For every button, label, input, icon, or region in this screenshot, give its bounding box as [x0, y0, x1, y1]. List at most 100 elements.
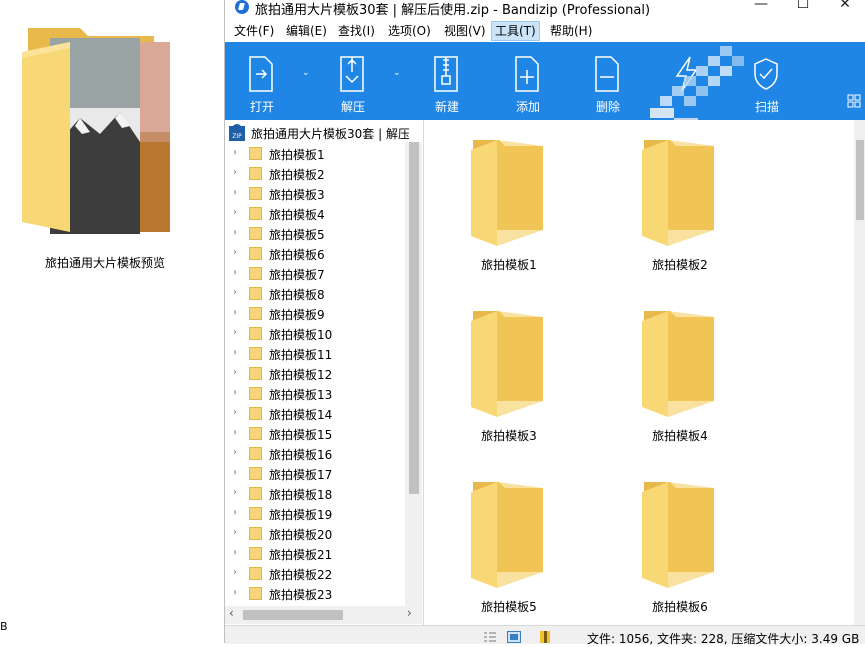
chevron-right-icon[interactable]: › [233, 547, 237, 558]
chevron-right-icon[interactable]: › [233, 327, 237, 338]
chevron-right-icon[interactable]: › [233, 367, 237, 378]
chevron-right-icon[interactable]: › [233, 447, 237, 458]
close-button[interactable]: ✕ [825, 0, 865, 16]
open-button[interactable]: 打开 [232, 42, 292, 120]
thumbnail-view-icon[interactable] [507, 631, 521, 643]
folder-icon [249, 247, 262, 260]
tree-item[interactable]: › 旅拍模板14 [225, 404, 405, 424]
extract-button[interactable]: 解压 [323, 42, 383, 120]
tree-item[interactable]: › 旅拍模板13 [225, 384, 405, 404]
folder-icon [249, 487, 262, 500]
menu-view[interactable]: 视图(V) [441, 22, 489, 40]
tree-item[interactable]: › 旅拍模板16 [225, 444, 405, 464]
layout-grid-icon[interactable] [847, 94, 861, 108]
folder-icon [249, 327, 262, 340]
tree-item-label: 旅拍模板1 [269, 148, 325, 162]
chevron-right-icon[interactable]: › [233, 147, 237, 158]
chevron-right-icon[interactable]: › [233, 207, 237, 218]
chevron-right-icon[interactable]: › [233, 407, 237, 418]
large-folder-icon [642, 482, 714, 588]
extract-dropdown-icon[interactable]: ⌄ [393, 68, 403, 78]
folder-icon [249, 307, 262, 320]
tree-item[interactable]: › 旅拍模板22 [225, 564, 405, 584]
folder-icon [249, 187, 262, 200]
chevron-right-icon[interactable]: › [233, 567, 237, 578]
chevron-right-icon[interactable]: › [233, 387, 237, 398]
chevron-right-icon[interactable]: › [233, 267, 237, 278]
add-button[interactable]: 添加 [498, 42, 558, 120]
chevron-right-icon[interactable]: › [233, 427, 237, 438]
tree-vertical-scrollbar[interactable] [405, 142, 422, 606]
tree-item-label: 旅拍模板6 [269, 248, 325, 262]
large-folder-icon [471, 140, 543, 246]
title-bar[interactable]: 旅拍通用大片模板30套 | 解压后使用.zip - Bandizip (Prof… [225, 0, 865, 20]
tree-item-label: 旅拍模板16 [269, 448, 333, 462]
content-vertical-scrollbar[interactable] [854, 120, 865, 625]
scroll-left-icon[interactable]: ‹ [229, 606, 234, 620]
desktop-folder-label[interactable]: 旅拍通用大片模板预览 [30, 254, 180, 271]
menu-bar: 文件(F) 编辑(E) 查找(I) 选项(O) 视图(V) 工具(T) 帮助(H… [225, 20, 865, 42]
tree-item[interactable]: › 旅拍模板11 [225, 344, 405, 364]
maximize-button[interactable]: ☐ [783, 0, 823, 16]
tree-item[interactable]: › 旅拍模板5 [225, 224, 405, 244]
tree-item[interactable]: › 旅拍模板15 [225, 424, 405, 444]
large-folder-icon [642, 311, 714, 417]
new-label: 新建 [434, 100, 459, 114]
chevron-right-icon[interactable]: › [233, 467, 237, 478]
tree-item[interactable]: › 旅拍模板7 [225, 264, 405, 284]
tree-item[interactable]: › 旅拍模板20 [225, 524, 405, 544]
chevron-right-icon[interactable]: › [233, 507, 237, 518]
delete-button[interactable]: 删除 [578, 42, 638, 120]
tree-item[interactable]: › 旅拍模板1 [225, 144, 405, 164]
tree-item-label: 旅拍模板11 [269, 348, 333, 362]
tree-item[interactable]: › 旅拍模板12 [225, 364, 405, 384]
extract-icon [340, 56, 364, 92]
desktop-folder-icon[interactable] [20, 22, 190, 242]
chevron-right-icon[interactable]: › [233, 587, 237, 598]
content-scroll-thumb[interactable] [856, 140, 864, 220]
folder-icon [249, 287, 262, 300]
tree-item[interactable]: › 旅拍模板8 [225, 284, 405, 304]
folder-item-label: 旅拍模板4 [652, 429, 708, 443]
scroll-right-icon[interactable]: › [407, 606, 412, 620]
bandizip-app-icon [235, 0, 249, 14]
chevron-right-icon[interactable]: › [233, 187, 237, 198]
chevron-right-icon[interactable]: › [233, 287, 237, 298]
tree-horizontal-scrollbar[interactable]: ‹ › [225, 606, 422, 624]
menu-file[interactable]: 文件(F) [231, 22, 277, 40]
tree-item[interactable]: › 旅拍模板21 [225, 544, 405, 564]
tree-item[interactable]: › 旅拍模板3 [225, 184, 405, 204]
menu-tools[interactable]: 工具(T) [491, 21, 540, 41]
folder-icon [249, 447, 262, 460]
tree-item[interactable]: › 旅拍模板10 [225, 324, 405, 344]
menu-help[interactable]: 帮助(H) [547, 22, 595, 40]
minimize-button[interactable]: — [741, 0, 781, 16]
chevron-right-icon[interactable]: › [233, 347, 237, 358]
tree-item[interactable]: › 旅拍模板17 [225, 464, 405, 484]
tree-item-label: 旅拍模板22 [269, 568, 333, 582]
new-button[interactable]: 新建 [417, 42, 477, 120]
tree-item[interactable]: › 旅拍模板9 [225, 304, 405, 324]
chevron-right-icon[interactable]: › [233, 227, 237, 238]
chevron-right-icon[interactable]: › [233, 167, 237, 178]
chevron-right-icon[interactable]: › [233, 247, 237, 258]
tree-item[interactable]: › 旅拍模板18 [225, 484, 405, 504]
chevron-right-icon[interactable]: › [233, 487, 237, 498]
list-view-icon[interactable] [483, 631, 497, 643]
tree-item[interactable]: › 旅拍模板23 [225, 584, 405, 604]
menu-options[interactable]: 选项(O) [385, 22, 434, 40]
tree-root[interactable]: ZIP 旅拍通用大片模板30套 | 解压后使用 [229, 124, 409, 142]
tree-hscroll-thumb[interactable] [243, 610, 343, 620]
menu-find[interactable]: 查找(I) [335, 22, 378, 40]
new-archive-icon [434, 56, 458, 92]
chevron-right-icon[interactable]: › [233, 307, 237, 318]
tree-item-label: 旅拍模板13 [269, 388, 333, 402]
tree-item[interactable]: › 旅拍模板6 [225, 244, 405, 264]
tree-item[interactable]: › 旅拍模板2 [225, 164, 405, 184]
open-dropdown-icon[interactable]: ⌄ [302, 68, 312, 78]
tree-scroll-thumb[interactable] [409, 142, 419, 494]
tree-item[interactable]: › 旅拍模板19 [225, 504, 405, 524]
menu-edit[interactable]: 编辑(E) [283, 22, 330, 40]
chevron-right-icon[interactable]: › [233, 527, 237, 538]
tree-item[interactable]: › 旅拍模板4 [225, 204, 405, 224]
